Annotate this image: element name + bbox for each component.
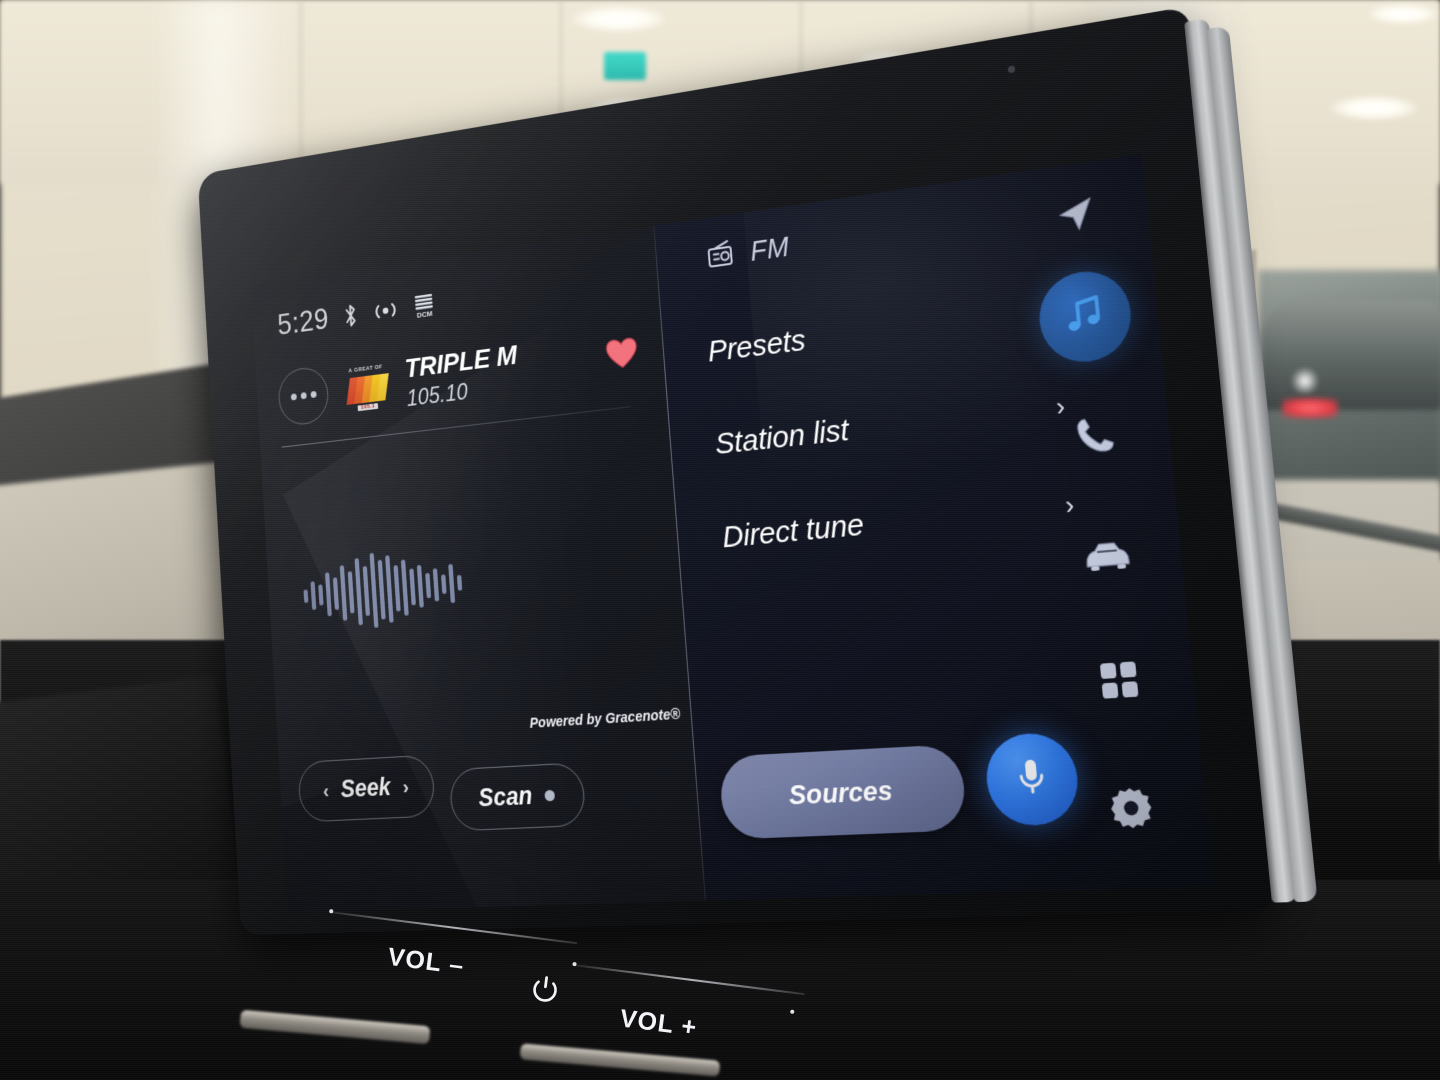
phone-icon bbox=[1072, 410, 1120, 463]
bluetooth-icon bbox=[343, 302, 359, 328]
dcm-icon: DCM bbox=[413, 292, 435, 319]
background-vehicle bbox=[1262, 300, 1440, 410]
exit-sign bbox=[604, 52, 646, 80]
scan-status-dot bbox=[544, 789, 556, 802]
svg-text:DCM: DCM bbox=[417, 309, 434, 319]
status-bar: 5:29 DCM bbox=[277, 287, 436, 343]
gear-icon bbox=[1106, 783, 1158, 837]
chevron-right-icon: › bbox=[1054, 392, 1067, 423]
waveform-bar bbox=[347, 571, 355, 614]
rail-vehicle[interactable] bbox=[1058, 508, 1159, 607]
ceiling-light bbox=[1368, 4, 1438, 24]
waveform-bar bbox=[393, 565, 401, 612]
waveform-bar bbox=[332, 577, 340, 611]
seek-button[interactable]: ‹ Seek › bbox=[297, 754, 436, 823]
waveform-bar bbox=[318, 584, 324, 606]
touchscreen[interactable]: 5:29 DCM A GREAT OF 105.1 TRIPLE M 105.1… bbox=[250, 153, 1214, 913]
background-vehicle-taillight bbox=[1282, 398, 1338, 418]
screen-reflection bbox=[740, 153, 1208, 496]
menu-item-station-list[interactable]: Station list › bbox=[712, 357, 1079, 491]
audio-waveform bbox=[301, 541, 464, 637]
waveform-bar bbox=[400, 559, 409, 616]
radio-icon bbox=[705, 238, 736, 275]
waveform-bar bbox=[425, 572, 432, 599]
volume-down-button[interactable]: VOL – bbox=[386, 943, 466, 981]
scan-label: Scan bbox=[477, 781, 534, 813]
station-info: TRIPLE M 105.10 bbox=[404, 330, 594, 412]
signal-icon bbox=[373, 299, 400, 323]
ceiling-light bbox=[572, 6, 666, 32]
menu-item-direct-tune[interactable]: Direct tune › bbox=[719, 456, 1088, 585]
waveform-bar bbox=[416, 564, 424, 608]
waveform-bar bbox=[385, 555, 394, 623]
status-clock: 5:29 bbox=[276, 301, 330, 342]
logo-bottom-text: 105.1 bbox=[357, 402, 378, 411]
voice-assistant-button[interactable] bbox=[982, 731, 1082, 828]
waveform-bar bbox=[456, 574, 463, 591]
rail-navigation[interactable] bbox=[1026, 166, 1125, 267]
heart-icon[interactable] bbox=[605, 336, 639, 376]
menu-item-label: Presets bbox=[706, 323, 807, 369]
infotainment-head-unit: 5:29 DCM A GREAT OF 105.1 TRIPLE M 105.1… bbox=[152, 6, 1318, 952]
waveform-bar bbox=[310, 581, 317, 611]
logo-mark bbox=[346, 371, 389, 405]
waveform-bar bbox=[409, 568, 416, 606]
power-icon[interactable] bbox=[529, 973, 561, 1011]
waveform-bar bbox=[324, 572, 332, 617]
microphone-icon bbox=[1012, 754, 1051, 805]
scan-button[interactable]: Scan bbox=[448, 762, 587, 832]
waveform-bar bbox=[440, 574, 447, 595]
waveform-bar bbox=[354, 558, 363, 626]
navigation-arrow-icon bbox=[1051, 189, 1101, 245]
chevron-right-icon: › bbox=[401, 774, 410, 798]
triple-m-logo: A GREAT OF 105.1 bbox=[340, 357, 394, 418]
ceiling-light bbox=[1330, 96, 1418, 120]
source-menu-panel: FM Presets›Station list›Direct tune› Sou… bbox=[654, 153, 1214, 901]
gracenote-credit: Powered by Gracenote® bbox=[529, 705, 681, 731]
now-playing-panel: 5:29 DCM A GREAT OF 105.1 TRIPLE M 105.1… bbox=[250, 225, 705, 913]
photo-scene: 5:29 DCM A GREAT OF 105.1 TRIPLE M 105.1… bbox=[0, 0, 1440, 1080]
volume-up-button[interactable]: VOL + bbox=[618, 1004, 698, 1042]
chevron-right-icon: › bbox=[1064, 491, 1076, 521]
waveform-bar bbox=[448, 563, 456, 604]
waveform-bar bbox=[339, 565, 348, 621]
waveform-bar bbox=[377, 559, 386, 620]
sources-label: Sources bbox=[787, 773, 894, 811]
car-icon bbox=[1081, 535, 1135, 579]
rail-settings[interactable] bbox=[1081, 762, 1183, 859]
sources-button[interactable]: Sources bbox=[718, 743, 968, 840]
seek-label: Seek bbox=[339, 773, 392, 804]
background-vehicle-highlight bbox=[1290, 368, 1320, 394]
chevron-right-icon: › bbox=[1046, 295, 1057, 326]
rail-phone[interactable] bbox=[1047, 386, 1147, 486]
apps-grid-icon bbox=[1095, 656, 1144, 708]
waveform-bar bbox=[432, 568, 440, 602]
waveform-bar bbox=[362, 565, 371, 617]
more-options-icon[interactable] bbox=[277, 364, 330, 427]
chevron-left-icon: ‹ bbox=[322, 779, 330, 802]
menu-item-label: Direct tune bbox=[721, 507, 865, 555]
waveform-bar bbox=[303, 589, 309, 604]
